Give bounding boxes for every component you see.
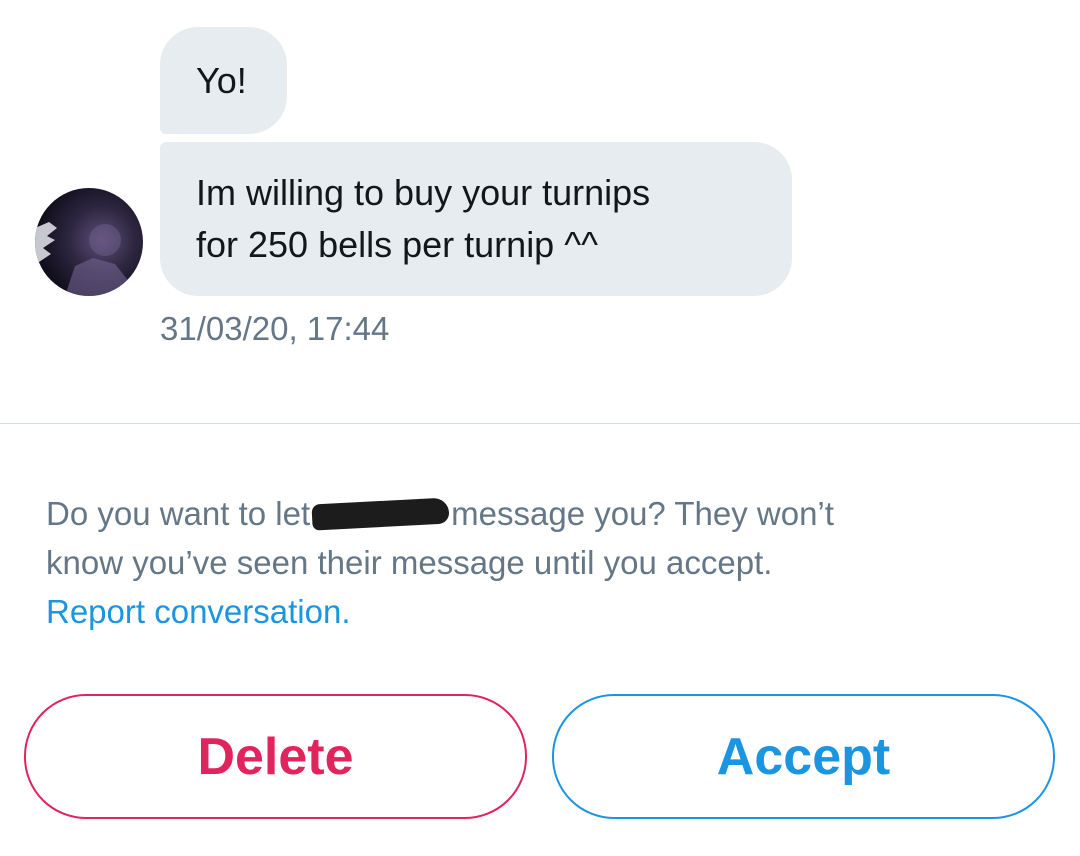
- message-text-line: for 250 bells per turnip ^^: [196, 224, 598, 265]
- sender-avatar[interactable]: [35, 188, 143, 296]
- message-timestamp: 31/03/20, 17:44: [160, 310, 390, 347]
- redacted-username: [311, 497, 450, 531]
- prompt-line: know you’ve seen their message until you…: [46, 544, 773, 581]
- message-bubble[interactable]: Yo!: [160, 27, 287, 134]
- prompt-text: Do you want to let: [46, 495, 311, 532]
- prompt-line: Do you want to let message you? They won’…: [46, 489, 1046, 538]
- message-request-screen: Yo! Im willing to buy your turnips for 2…: [0, 0, 1080, 856]
- delete-button-label: Delete: [197, 727, 354, 786]
- divider: [0, 423, 1080, 424]
- accept-button-label: Accept: [716, 727, 891, 786]
- avatar-image: [35, 222, 135, 296]
- report-conversation-link[interactable]: Report conversation.: [46, 587, 351, 636]
- prompt-text: message you? They won’t: [451, 495, 834, 532]
- accept-button[interactable]: Accept: [552, 694, 1055, 819]
- message-text-line: Im willing to buy your turnips: [196, 172, 651, 213]
- delete-button[interactable]: Delete: [24, 694, 527, 819]
- message-bubble[interactable]: Im willing to buy your turnips for 250 b…: [160, 142, 792, 296]
- message-request-prompt: Do you want to let message you? They won’…: [46, 489, 1046, 636]
- message-text: Yo!: [196, 60, 247, 101]
